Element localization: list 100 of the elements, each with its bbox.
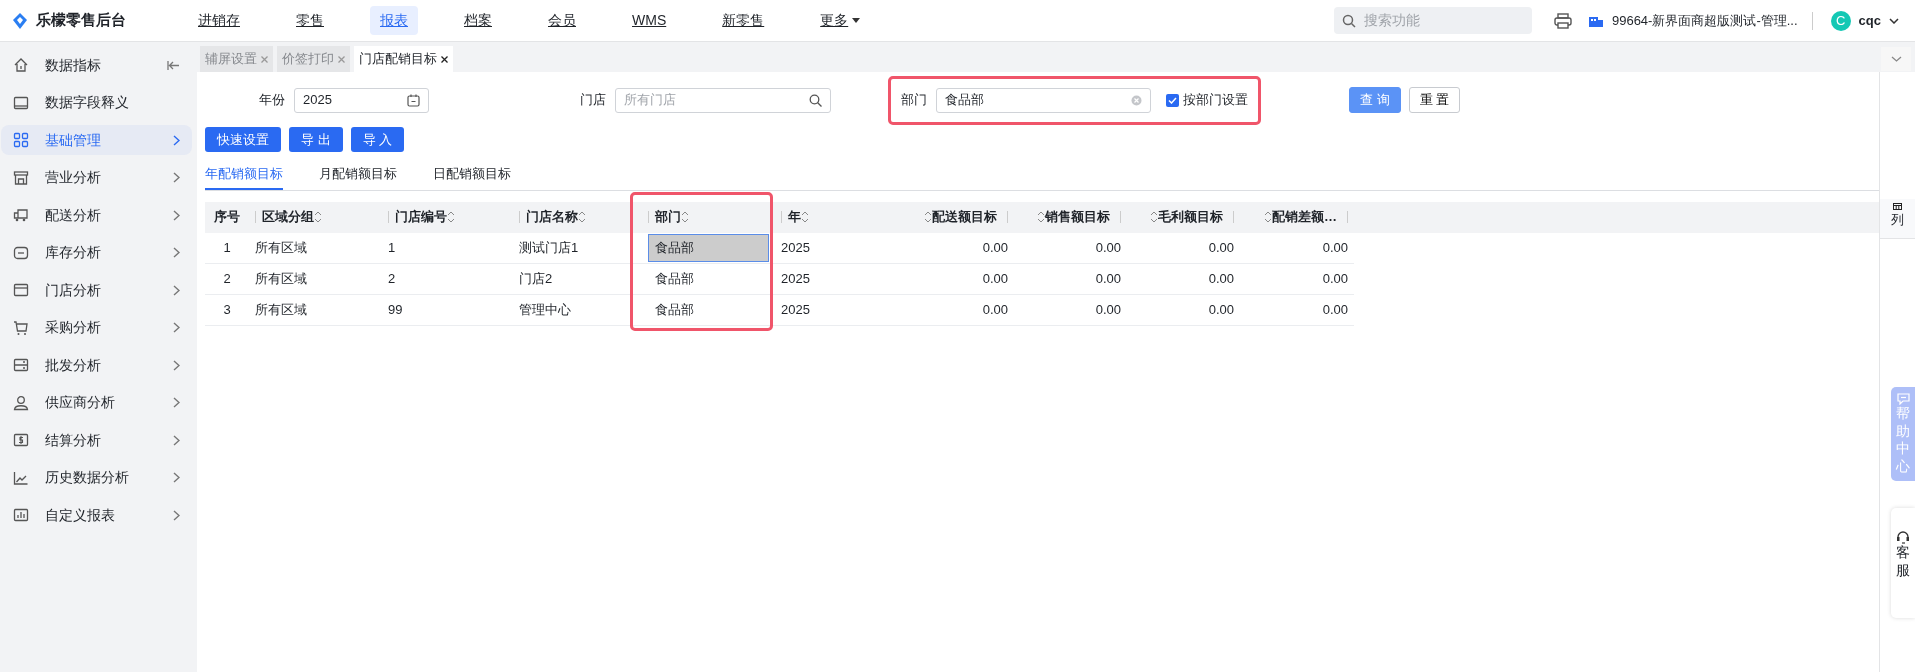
- column-header[interactable]: 销售额目标: [1020, 207, 1121, 227]
- table-cell: 2: [223, 271, 231, 287]
- dollar-icon: [13, 432, 29, 448]
- sidebar-item[interactable]: 自定义报表: [1, 500, 192, 530]
- table-cell: 0.00: [1095, 302, 1121, 318]
- nav-link[interactable]: 报表: [370, 6, 418, 35]
- customer-service-button[interactable]: 客服: [1891, 508, 1915, 618]
- chevron-right-icon: [173, 247, 180, 258]
- table-cell: 3: [223, 302, 231, 318]
- nav-link[interactable]: WMS: [622, 6, 677, 35]
- sort-icon[interactable]: [801, 211, 809, 223]
- sort-icon[interactable]: [1264, 211, 1272, 223]
- sort-icon[interactable]: [1037, 211, 1045, 223]
- nav-link[interactable]: 档案: [454, 6, 502, 35]
- chevron-right-icon: [173, 397, 180, 408]
- caret-icon: [852, 18, 861, 23]
- store-icon: [13, 169, 29, 186]
- table-cell: 门店2: [519, 271, 553, 287]
- cabinet-icon: [13, 357, 29, 373]
- column-header[interactable]: 年: [781, 207, 895, 227]
- sidebar-item[interactable]: 配送分析: [1, 200, 192, 230]
- sidebar-item[interactable]: 数据指标: [1, 50, 192, 80]
- table-cell: 测试门店1: [519, 240, 579, 255]
- sort-icon[interactable]: [447, 211, 455, 223]
- chevron-down-icon: [1890, 56, 1902, 62]
- table-cell: 管理中心: [519, 302, 571, 318]
- table-cell: 0.00: [1208, 302, 1234, 318]
- tabs-menu-button[interactable]: [1881, 47, 1911, 71]
- close-icon[interactable]: [441, 55, 448, 63]
- table-cell: 0.00: [1208, 271, 1234, 287]
- search-icon: [809, 93, 822, 107]
- collapse-icon[interactable]: [167, 59, 180, 71]
- check-icon: [1168, 96, 1177, 104]
- sidebar-item[interactable]: 采购分析: [1, 312, 192, 343]
- nav-link[interactable]: 新零售: [712, 6, 775, 35]
- sidebar-item[interactable]: 数据字段释义: [1, 87, 192, 118]
- sort-icon[interactable]: [314, 211, 322, 223]
- bar-chart-icon: [13, 507, 29, 523]
- column-header[interactable]: 门店名称: [519, 207, 636, 227]
- book-icon: [13, 94, 29, 111]
- table-cell: 所有区域: [255, 302, 307, 318]
- avatar: C: [1830, 10, 1851, 31]
- chevron-right-icon: [173, 134, 180, 146]
- sidebar-item[interactable]: 营业分析: [1, 162, 192, 193]
- sidebar-item[interactable]: 批发分析: [1, 350, 192, 380]
- page-tab[interactable]: 门店配销目标: [354, 46, 453, 72]
- clear-icon[interactable]: [1131, 94, 1142, 106]
- subtab[interactable]: 日配销额目标: [433, 160, 511, 190]
- action-button[interactable]: 导 入: [350, 127, 405, 152]
- sort-icon[interactable]: [681, 211, 689, 223]
- sidebar-item[interactable]: 历史数据分析: [1, 462, 192, 493]
- column-header[interactable]: 序号: [211, 207, 243, 227]
- message-icon: [1896, 393, 1910, 405]
- sidebar-item[interactable]: 结算分析: [1, 425, 192, 455]
- table-cell: 0.00: [982, 302, 1008, 318]
- person-icon: [13, 394, 29, 411]
- action-button[interactable]: 导 出: [289, 127, 343, 152]
- column-settings-button[interactable]: 列: [1880, 199, 1915, 239]
- column-header[interactable]: 门店编号: [388, 207, 507, 227]
- checkbox-box[interactable]: [1166, 93, 1179, 107]
- column-header[interactable]: 配销差额…: [1246, 207, 1348, 227]
- calendar-icon: [407, 93, 420, 107]
- chevron-right-icon: [173, 509, 180, 521]
- store-selector[interactable]: 99664-新界面商超版测试-管理...: [1587, 10, 1798, 31]
- action-button[interactable]: 快速设置: [205, 127, 281, 152]
- column-header[interactable]: 区域分组: [255, 207, 376, 227]
- sidebar-item[interactable]: 库存分析: [1, 237, 192, 268]
- table-cell: 0.00: [1208, 240, 1234, 255]
- chevron-right-icon: [173, 172, 180, 183]
- sidebar-item[interactable]: 基础管理: [1, 125, 192, 155]
- department-field[interactable]: 食品部: [936, 87, 1151, 113]
- table-icon: [1893, 203, 1902, 210]
- sidebar-item[interactable]: 门店分析: [1, 275, 192, 305]
- table-cell: 0.00: [1322, 302, 1348, 318]
- printer-icon[interactable]: [1553, 12, 1572, 29]
- column-header[interactable]: 毛利额目标: [1133, 207, 1234, 227]
- user-menu[interactable]: C cqc: [1830, 10, 1899, 31]
- table-cell-text: 食品部: [654, 302, 694, 318]
- sort-icon[interactable]: [1150, 211, 1158, 223]
- table-cell: 2025: [781, 302, 810, 318]
- reset-button[interactable]: 重 置: [1408, 87, 1461, 113]
- checkbox[interactable]: 按部门设置: [1166, 90, 1248, 110]
- subtab[interactable]: 月配销额目标: [319, 160, 397, 190]
- date-field[interactable]: 2025: [294, 87, 429, 113]
- subtab[interactable]: 年配销额目标: [205, 160, 283, 190]
- table-cell[interactable]: 食品部: [648, 234, 769, 262]
- sort-icon[interactable]: [578, 211, 586, 223]
- nav-link[interactable]: 零售: [286, 6, 334, 35]
- column-header[interactable]: 部门: [648, 207, 769, 227]
- chevron-down-icon: [1889, 17, 1899, 24]
- table-cell: 2: [388, 271, 396, 287]
- home-icon: [13, 57, 29, 73]
- column-header[interactable]: 配送额目标: [907, 207, 1008, 227]
- table-cell: 2025: [781, 240, 810, 255]
- sidebar-item[interactable]: 供应商分析: [1, 387, 192, 418]
- chevron-right-icon: [173, 322, 180, 333]
- sort-icon[interactable]: [924, 211, 932, 223]
- table-cell: 0.00: [982, 240, 1008, 255]
- chevron-right-icon: [173, 434, 180, 446]
- chevron-right-icon: [173, 472, 180, 483]
